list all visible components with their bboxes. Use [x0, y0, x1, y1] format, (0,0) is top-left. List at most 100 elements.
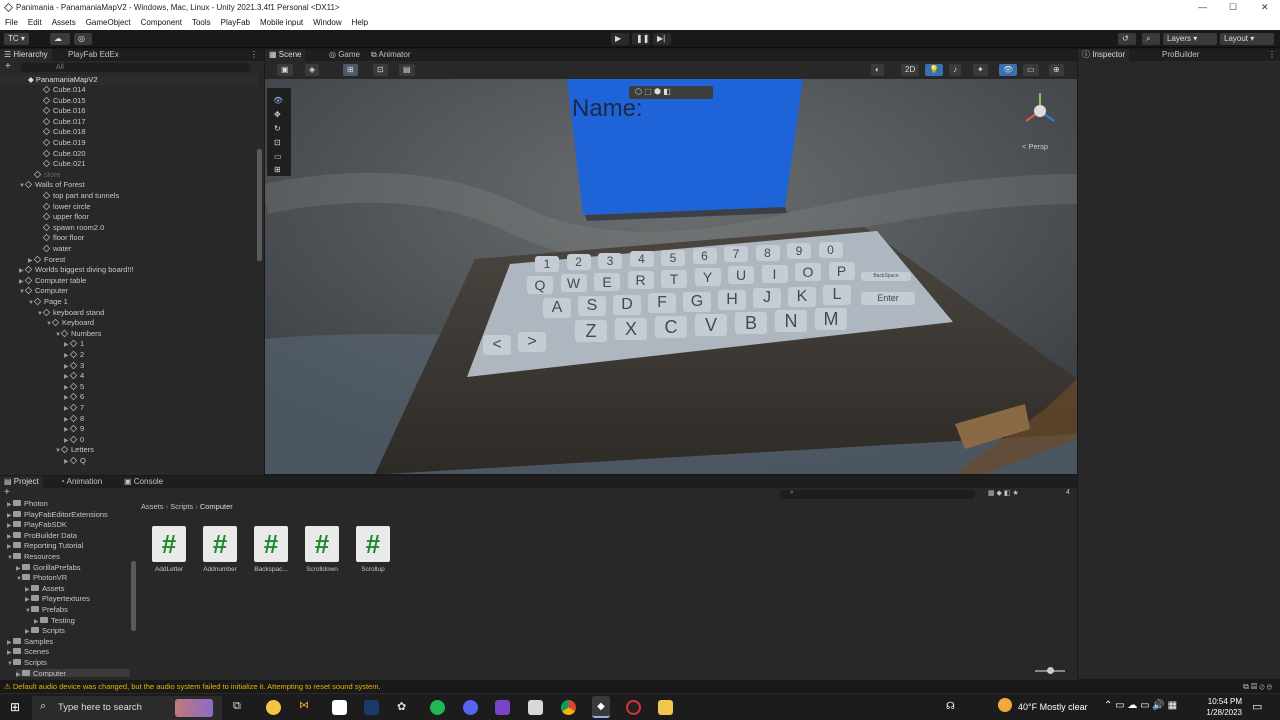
discord-icon[interactable]: [463, 700, 478, 715]
tab-animation[interactable]: ◔ Animation: [56, 476, 106, 488]
hierarchy-row[interactable]: ▶ Computer table: [19, 276, 86, 287]
media-app-icon[interactable]: [332, 700, 347, 715]
key-y[interactable]: Y: [694, 268, 721, 286]
snap-settings-icon[interactable]: ⊡: [373, 64, 388, 76]
zoom-slider[interactable]: [1035, 667, 1065, 674]
file-explorer-icon[interactable]: [658, 700, 673, 715]
rect-tool-icon[interactable]: ▭: [274, 150, 282, 164]
project-folder-row[interactable]: ▶ Scenes: [7, 647, 49, 658]
step-button[interactable]: ▶|: [653, 33, 671, 45]
menu-item-playfab[interactable]: PlayFab: [221, 16, 250, 30]
key-a[interactable]: A: [543, 298, 571, 318]
close-button[interactable]: ✕: [1261, 2, 1269, 13]
menu-item-gameobject[interactable]: GameObject: [86, 16, 131, 30]
key-4[interactable]: 4: [629, 251, 654, 268]
project-folder-row[interactable]: ▶ Computer: [16, 668, 130, 677]
menu-item-mobile-input[interactable]: Mobile input: [260, 16, 303, 30]
key-v[interactable]: V: [695, 314, 727, 336]
browser-app-icon[interactable]: [266, 700, 281, 715]
key-2[interactable]: 2: [566, 254, 591, 271]
menu-item-assets[interactable]: Assets: [52, 16, 76, 30]
menu-item-edit[interactable]: Edit: [28, 16, 42, 30]
effects-icon[interactable]: ✦: [973, 64, 988, 76]
clock-date[interactable]: 1/28/2023: [1200, 708, 1242, 717]
expand-arrow-icon[interactable]: ▼: [19, 181, 25, 192]
hierarchy-row[interactable]: floor floor: [37, 233, 84, 244]
hierarchy-row[interactable]: ▶ 4: [64, 371, 84, 382]
notification-icon[interactable]: ▭: [1252, 700, 1262, 713]
breadcrumb-assets[interactable]: Assets: [141, 502, 164, 511]
filter-icons[interactable]: ▦ ◆ ◧ ★: [988, 489, 1019, 497]
project-folder-row[interactable]: ▶ Samples: [7, 637, 53, 648]
breadcrumb-scripts[interactable]: Scripts: [170, 502, 193, 511]
clock-time[interactable]: 10:54 PM: [1206, 697, 1242, 706]
2d-toggle[interactable]: 2D: [901, 64, 920, 76]
status-bar[interactable]: ⚠ Default audio device was changed, but …: [0, 680, 1280, 693]
scene-header-row[interactable]: ◆ PanamaniaMapV2: [0, 75, 258, 85]
key-back[interactable]: <: [483, 335, 511, 355]
hierarchy-row[interactable]: ▼ Keyboard: [46, 318, 94, 329]
tab-console[interactable]: ▣ Console: [120, 476, 167, 488]
history-icon[interactable]: ↺: [1118, 33, 1136, 45]
unity-taskbar-icon[interactable]: ◆: [592, 696, 610, 718]
hierarchy-row[interactable]: ▶ 6: [64, 392, 84, 403]
key-e[interactable]: E: [594, 272, 620, 291]
camera-icon[interactable]: ▭: [1023, 64, 1039, 76]
account-dropdown[interactable]: TC ▾: [4, 33, 29, 45]
key-j[interactable]: J: [753, 288, 781, 309]
script-asset[interactable]: # Backspac...: [246, 526, 296, 573]
grid-snap-icon[interactable]: ⊞: [343, 64, 358, 76]
key-forward[interactable]: >: [518, 332, 546, 352]
expand-arrow-icon[interactable]: ▼: [37, 309, 43, 320]
visibility-icon[interactable]: 👁: [999, 64, 1018, 76]
steam-icon[interactable]: [364, 700, 379, 715]
menu-item-help[interactable]: Help: [352, 16, 368, 30]
key-z[interactable]: Z: [575, 320, 607, 342]
hierarchy-row[interactable]: ▼ keyboard stand: [37, 308, 104, 319]
people-icon[interactable]: ☊: [946, 701, 955, 712]
project-folder-row[interactable]: ▶ Photon: [7, 499, 48, 510]
expand-arrow-icon[interactable]: ▼: [55, 330, 61, 341]
tab-hierarchy[interactable]: ☰ Hierarchy: [0, 49, 52, 61]
key-c[interactable]: C: [655, 316, 687, 338]
scale-tool-icon[interactable]: ⊡: [274, 136, 281, 150]
key-o[interactable]: O: [795, 263, 821, 282]
collapse-arrow-icon[interactable]: ▶: [64, 457, 70, 468]
game-app-icon[interactable]: ⋈: [299, 700, 314, 715]
project-folder-row[interactable]: ▶ Scripts: [25, 626, 65, 637]
key-n[interactable]: N: [775, 310, 807, 332]
hierarchy-row[interactable]: Cube.016: [37, 106, 86, 117]
key-u[interactable]: U: [728, 266, 754, 285]
key-9[interactable]: 9: [787, 243, 811, 260]
tab-scene[interactable]: ▦ Scene: [265, 49, 306, 61]
tray-icons[interactable]: ⌃ ▭ ☁ ▭ 🔊 ▦: [1104, 700, 1177, 711]
tab-inspector[interactable]: ⓘ Inspector: [1078, 49, 1130, 61]
breadcrumb-computer[interactable]: Computer: [200, 502, 233, 511]
hierarchy-search-input[interactable]: All: [20, 63, 250, 72]
hierarchy-row[interactable]: lower circle: [37, 202, 91, 213]
tab-playfab-edex[interactable]: PlayFab EdEx: [64, 49, 123, 61]
key-f[interactable]: F: [648, 293, 676, 314]
menu-item-window[interactable]: Window: [313, 16, 341, 30]
project-folder-row[interactable]: ▶ ProBuilder Data: [7, 531, 77, 542]
hierarchy-row[interactable]: ▼ Numbers: [55, 329, 101, 340]
orientation-gizmo[interactable]: [1020, 91, 1060, 131]
box-tool-icon[interactable]: ⬡ ⬚ ⬢ ◧: [635, 87, 671, 96]
script-asset[interactable]: # Scrolldown: [297, 526, 347, 573]
key-b[interactable]: B: [735, 312, 767, 334]
settings-app-icon[interactable]: ✿: [397, 700, 412, 715]
add-asset-icon[interactable]: +: [4, 487, 10, 498]
hierarchy-row[interactable]: ▶ 3: [64, 361, 84, 372]
key-1[interactable]: 1: [535, 256, 559, 272]
key-7[interactable]: 7: [724, 246, 748, 263]
tab-game[interactable]: ◎ Game: [325, 49, 364, 61]
key-g[interactable]: G: [683, 291, 711, 312]
hierarchy-row[interactable]: Cube.019: [37, 138, 86, 149]
project-folder-row[interactable]: ▼ Resources: [7, 552, 60, 563]
script-asset[interactable]: # AddLetter: [144, 526, 194, 573]
gizmos-icon[interactable]: ⊕: [1049, 64, 1064, 76]
add-icon[interactable]: +: [5, 61, 11, 72]
hierarchy-row[interactable]: ▶ 2: [64, 350, 84, 361]
layout-dropdown[interactable]: Layout ▾: [1220, 33, 1274, 45]
key-q[interactable]: Q: [527, 276, 553, 294]
